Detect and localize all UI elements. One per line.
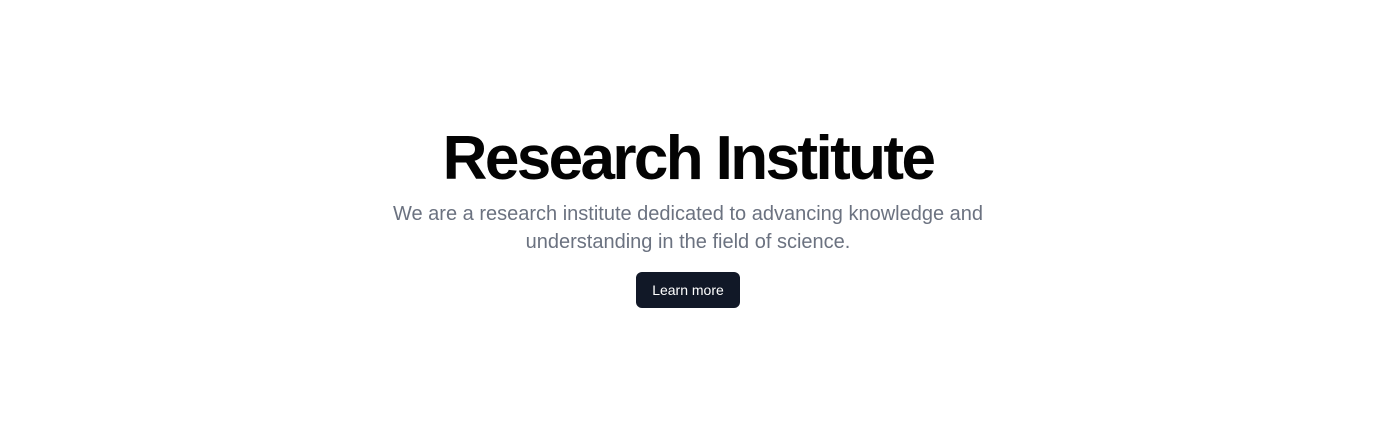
- hero-description: We are a research institute dedicated to…: [392, 203, 983, 253]
- page-title: Research Institute: [442, 124, 936, 193]
- learn-more-button[interactable]: Learn more: [636, 272, 740, 308]
- hero-section: Research Institute We are a research ins…: [0, 0, 1376, 432]
